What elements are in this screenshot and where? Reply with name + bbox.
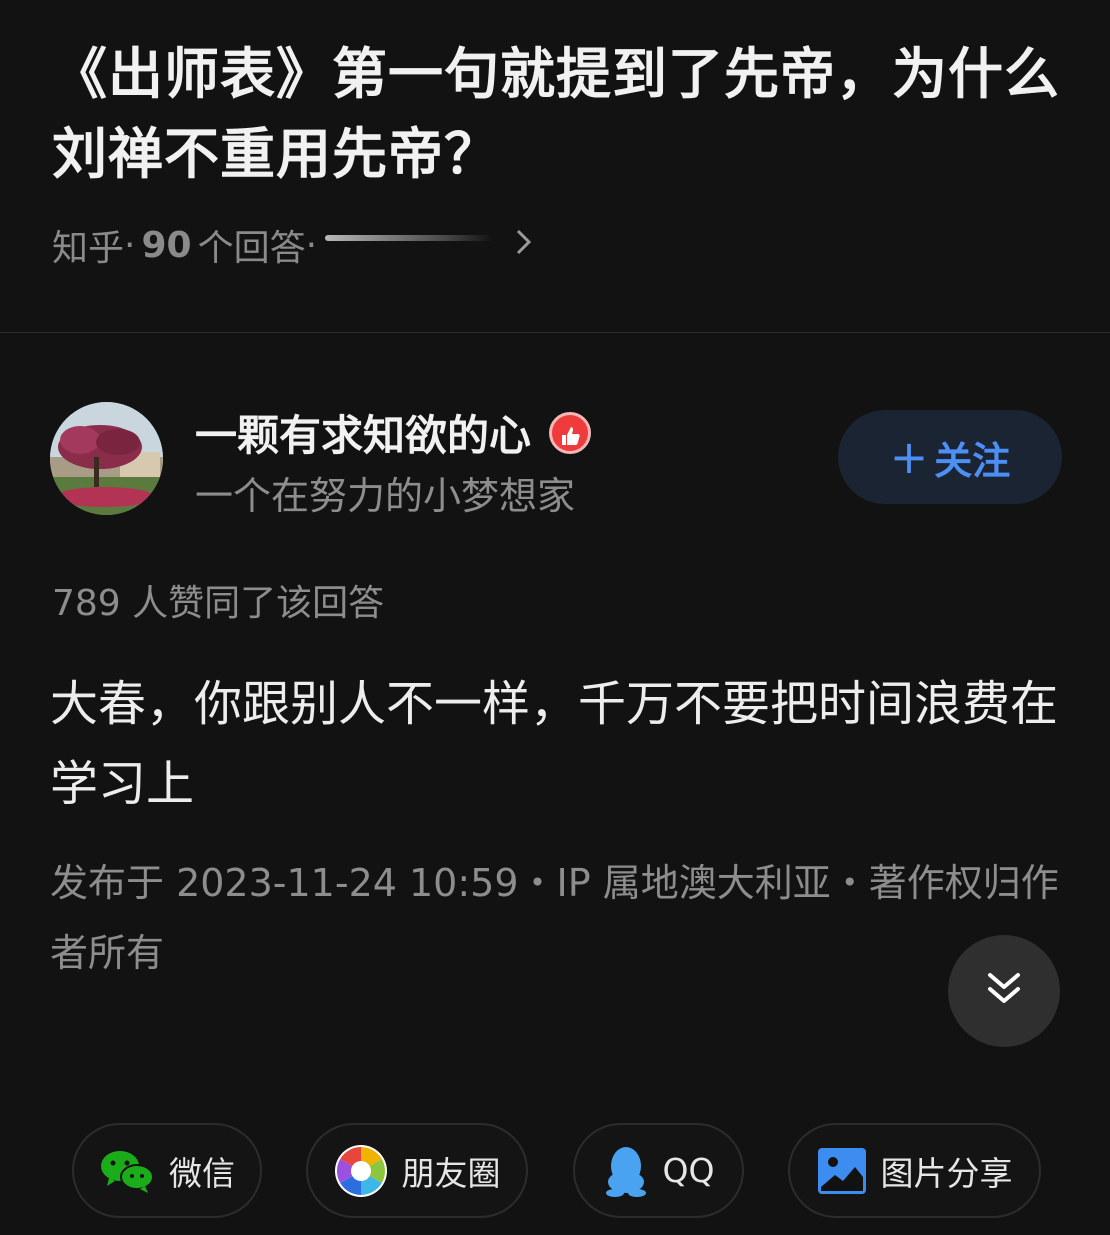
share-qq-label: QQ [662,1151,715,1190]
qq-penguin-icon [603,1144,649,1198]
share-image-label: 图片分享 [880,1153,1013,1193]
collapse-button[interactable] [948,935,1060,1047]
follow-label: 关注 [934,438,1011,483]
meta-separator: · [124,224,136,266]
publish-info: 发布于 2023-11-24 10:59・IP 属地澳大利亚・著作权归作者所有 [50,861,1059,975]
share-moments-button[interactable]: 朋友圈 [306,1123,528,1218]
chevron-right-icon[interactable] [515,226,533,264]
author-bio: 一个在努力的小梦想家 [195,474,576,518]
answers-label: 个回答 [197,228,306,269]
answer-content[interactable]: 大春，你跟别人不一样，千万不要把时间浪费在学习上 [50,664,1070,824]
answer-count: 90 [141,224,192,266]
source-label: 知乎 [52,228,125,269]
wechat-icon [99,1148,155,1194]
meta-separator: · [305,224,318,266]
thumbs-up-badge-icon [549,411,592,454]
vote-count: 789 人赞同了该回答 [52,583,385,624]
blurred-meta [325,235,494,241]
follow-button[interactable]: + 关注 [838,410,1062,504]
section-divider [0,332,1110,333]
share-image-button[interactable]: 图片分享 [788,1123,1041,1218]
share-wechat-button[interactable]: 微信 [72,1123,262,1218]
question-meta[interactable]: 知乎 · 90 个回答 · [52,218,533,272]
author-name-text[interactable]: 一颗有求知欲的心 [195,402,531,463]
plus-icon: + [889,430,929,484]
avatar[interactable] [50,402,163,515]
question-title[interactable]: 《出师表》第一句就提到了先帝，为什么刘禅不重用先帝？ [52,34,1072,194]
share-moments-label: 朋友圈 [401,1153,501,1193]
moments-icon [334,1144,388,1198]
share-wechat-label: 微信 [169,1153,235,1193]
author-name[interactable]: 一颗有求知欲的心 [195,402,592,463]
share-qq-button[interactable]: QQ [573,1123,744,1218]
image-share-icon [817,1147,867,1195]
double-chevron-down-icon [984,969,1024,1013]
